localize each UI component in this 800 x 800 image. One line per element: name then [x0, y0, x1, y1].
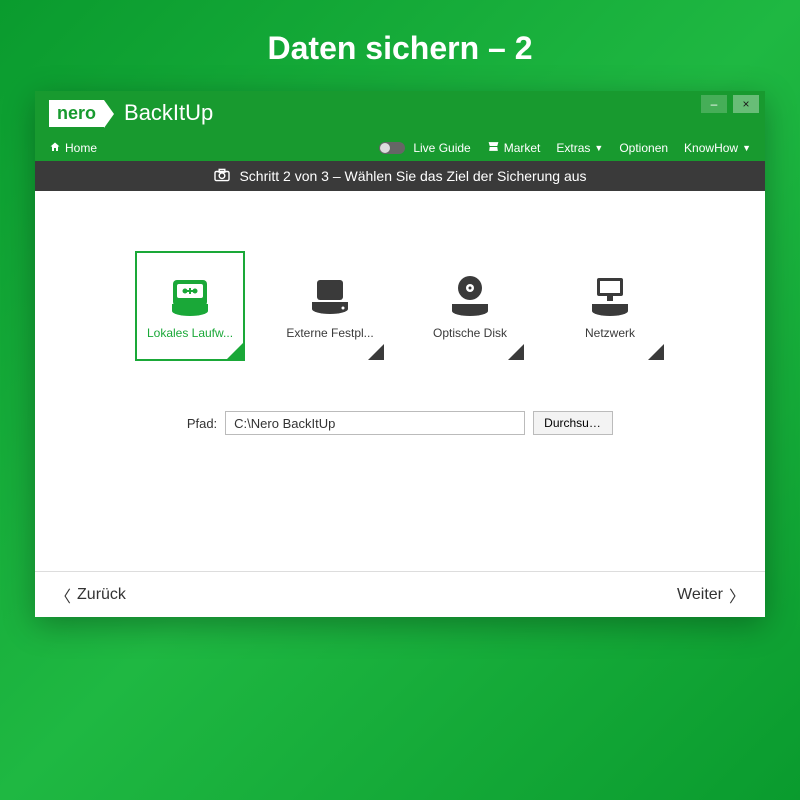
target-network[interactable]: Netzwerk: [555, 251, 665, 361]
options-label: Optionen: [619, 141, 668, 155]
minimize-button[interactable]: –: [701, 95, 727, 113]
footer: 〈 Zurück Weiter 〉: [35, 571, 765, 617]
target-label: Optische Disk: [433, 326, 507, 340]
back-label: Zurück: [77, 586, 126, 604]
home-button[interactable]: Home: [49, 141, 97, 156]
optical-disc-icon: [442, 272, 498, 320]
content-area: Lokales Laufw... Externe Festpl... Optis…: [35, 191, 765, 571]
corner-indicator: [508, 344, 524, 360]
chevron-left-icon: 〈: [55, 583, 71, 607]
app-window: nero BackItUp – × Home Live Guide Market…: [35, 91, 765, 617]
target-label: Externe Festpl...: [286, 326, 373, 340]
back-button[interactable]: 〈 Zurück: [55, 583, 126, 607]
live-guide-toggle[interactable]: Live Guide: [379, 141, 470, 155]
chevron-right-icon: 〉: [729, 583, 745, 607]
extras-menu[interactable]: Extras ▼: [556, 141, 603, 155]
corner-indicator: [227, 343, 243, 359]
menubar: Home Live Guide Market Extras ▼ Optionen…: [35, 135, 765, 161]
next-label: Weiter: [677, 586, 723, 604]
market-button[interactable]: Market: [487, 140, 541, 156]
app-name: BackItUp: [124, 100, 213, 126]
home-icon: [49, 141, 61, 156]
options-menu[interactable]: Optionen: [619, 141, 668, 155]
target-external-drive[interactable]: Externe Festpl...: [275, 251, 385, 361]
step-bar: Schritt 2 von 3 – Wählen Sie das Ziel de…: [35, 161, 765, 191]
network-icon: [582, 272, 638, 320]
path-input[interactable]: [225, 411, 525, 435]
camera-icon: [213, 168, 231, 185]
external-drive-icon: [302, 272, 358, 320]
target-label: Netzwerk: [585, 326, 635, 340]
path-label: Pfad:: [187, 416, 217, 431]
home-label: Home: [65, 141, 97, 155]
live-guide-label: Live Guide: [413, 141, 470, 155]
corner-indicator: [368, 344, 384, 360]
next-button[interactable]: Weiter 〉: [677, 583, 745, 607]
target-local-drive[interactable]: Lokales Laufw...: [135, 251, 245, 361]
brand-logo: nero: [49, 100, 104, 127]
page-heading: Daten sichern – 2: [0, 0, 800, 91]
chevron-down-icon: ▼: [742, 143, 751, 153]
extras-label: Extras: [556, 141, 590, 155]
close-button[interactable]: ×: [733, 95, 759, 113]
target-label: Lokales Laufw...: [147, 326, 233, 340]
knowhow-menu[interactable]: KnowHow ▼: [684, 141, 751, 155]
market-icon: [487, 140, 500, 156]
titlebar: nero BackItUp – ×: [35, 91, 765, 135]
browse-button[interactable]: Durchsuc...: [533, 411, 613, 435]
market-label: Market: [504, 141, 541, 155]
toggle-icon: [379, 142, 405, 154]
local-drive-icon: [162, 272, 218, 320]
path-row: Pfad: Durchsuc...: [75, 411, 725, 435]
knowhow-label: KnowHow: [684, 141, 738, 155]
step-text: Schritt 2 von 3 – Wählen Sie das Ziel de…: [239, 168, 586, 184]
window-controls: – ×: [701, 95, 759, 113]
chevron-down-icon: ▼: [594, 143, 603, 153]
corner-indicator: [648, 344, 664, 360]
target-grid: Lokales Laufw... Externe Festpl... Optis…: [75, 251, 725, 361]
target-optical-disc[interactable]: Optische Disk: [415, 251, 525, 361]
